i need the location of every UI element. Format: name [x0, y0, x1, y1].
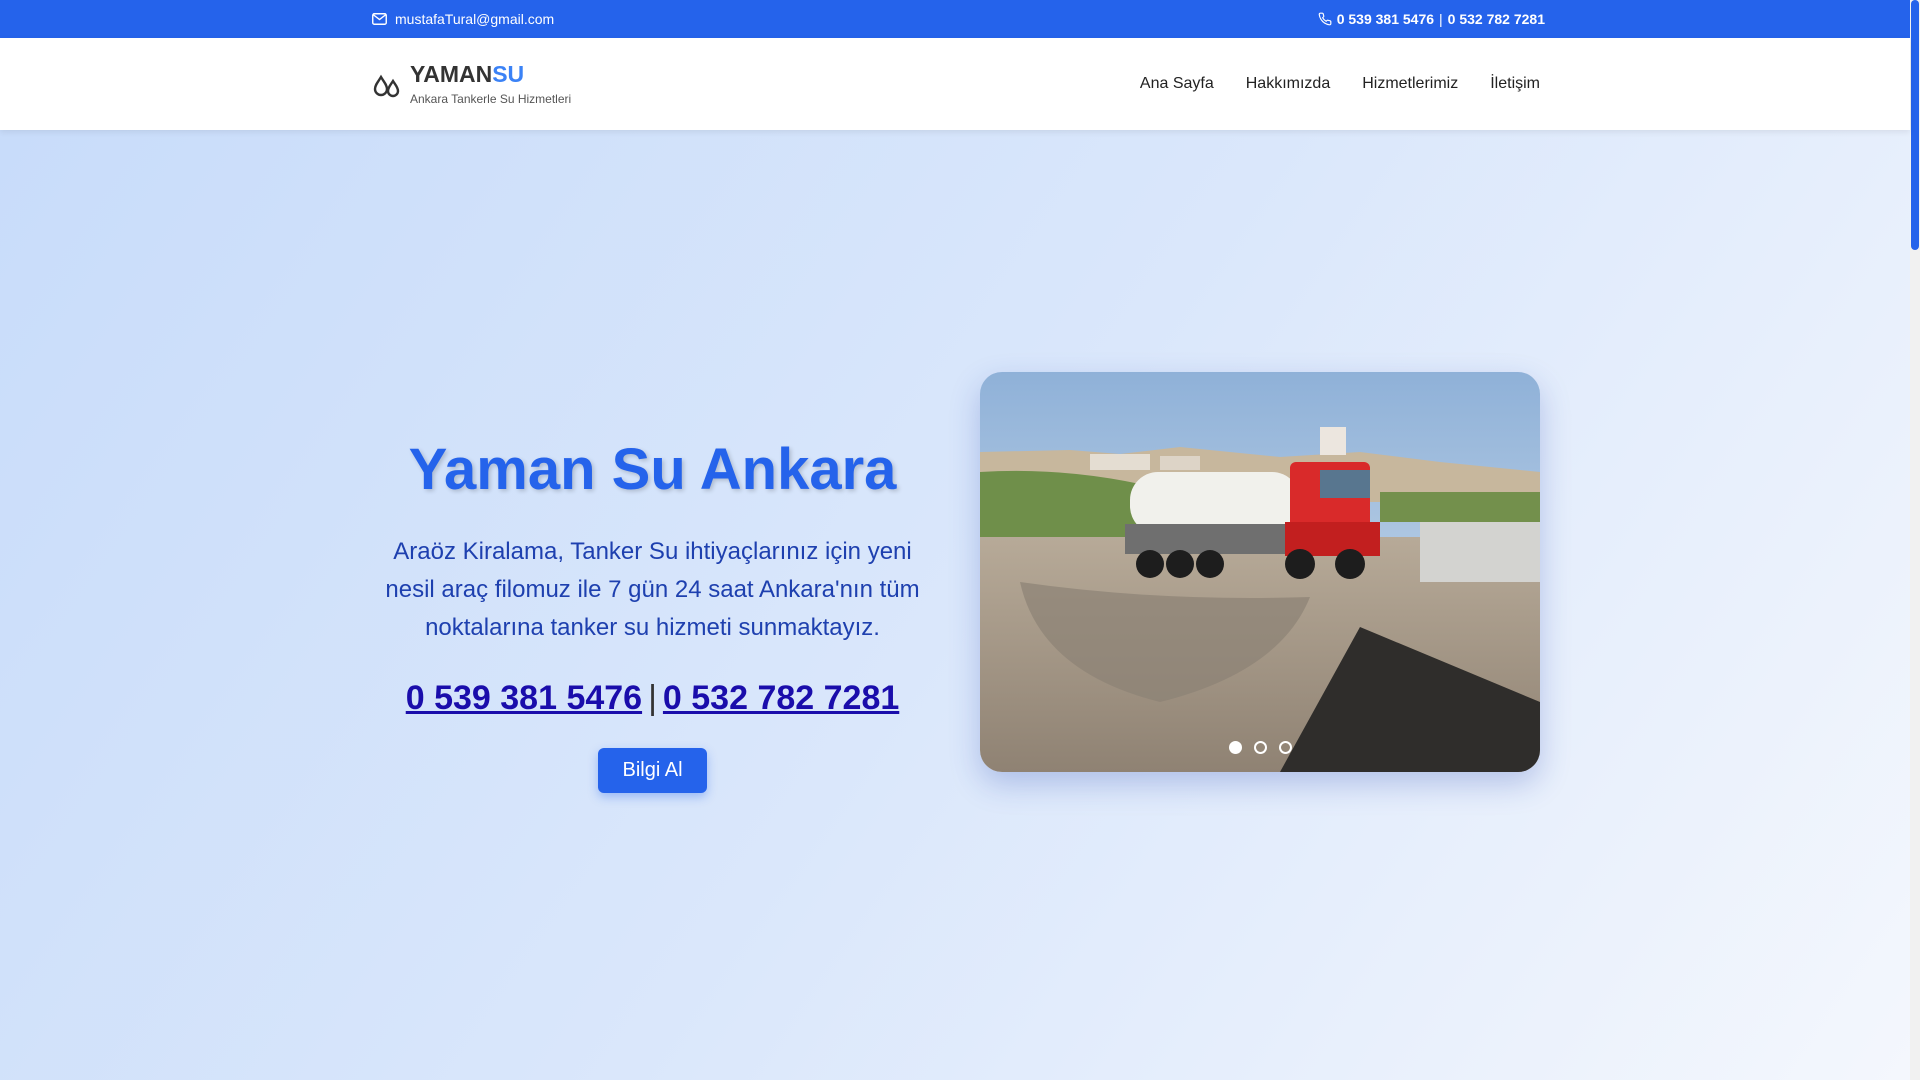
hero-content: Yaman Su Ankara Araöz Kiralama, Tanker S… — [370, 435, 935, 793]
top-contact-bar: mustafaTural@gmail.com 0 539 381 5476 | … — [0, 0, 1910, 38]
hero-title: Yaman Su Ankara — [408, 437, 897, 502]
brand-tagline: Ankara Tankerle Su Hizmetleri — [410, 92, 572, 106]
email-contact[interactable]: mustafaTural@gmail.com — [372, 0, 554, 38]
nav-services[interactable]: Hizmetlerimiz — [1362, 75, 1458, 93]
hero-phone-separator: | — [648, 679, 657, 717]
nav-home[interactable]: Ana Sayfa — [1140, 75, 1214, 93]
main-nav: Ana Sayfa Hakkımızda Hizmetlerimiz İleti… — [1140, 38, 1540, 130]
hero-phone-1[interactable]: 0 539 381 5476 — [406, 679, 642, 717]
slider-dots — [980, 741, 1540, 754]
hero-phones: 0 539 381 5476 | 0 532 782 7281 — [370, 679, 935, 718]
email-text[interactable]: mustafaTural@gmail.com — [395, 11, 554, 27]
top-phones: 0 539 381 5476 | 0 532 782 7281 — [1318, 0, 1545, 38]
hero-section: Yaman Su Ankara Araöz Kiralama, Tanker S… — [0, 130, 1910, 1080]
slider-dot-1[interactable] — [1228, 741, 1242, 754]
nav-contact[interactable]: İletişim — [1490, 75, 1540, 93]
top-phone-2[interactable]: 0 532 782 7281 — [1448, 11, 1545, 27]
water-drops-icon — [373, 74, 400, 98]
top-phone-separator: | — [1439, 11, 1443, 27]
brand-block: YAMANSU Ankara Tankerle Su Hizmetleri — [410, 60, 571, 106]
brand-name: YAMANSU — [410, 60, 571, 88]
image-slider[interactable] — [980, 372, 1540, 772]
slider-image — [980, 372, 1540, 772]
site-header: YAMANSU Ankara Tankerle Su Hizmetleri An… — [0, 38, 1910, 130]
nav-about[interactable]: Hakkımızda — [1246, 75, 1330, 93]
brand-accent: SU — [492, 61, 525, 87]
slider-dot-3[interactable] — [1278, 741, 1292, 754]
info-button[interactable]: Bilgi Al — [598, 748, 707, 793]
scrollbar-thumb[interactable] — [1911, 0, 1919, 250]
top-phone-1[interactable]: 0 539 381 5476 — [1337, 11, 1434, 27]
brand-main: YAMAN — [410, 61, 493, 87]
mail-icon — [372, 13, 387, 25]
page-scrollbar[interactable] — [1910, 0, 1920, 1080]
phone-icon — [1318, 12, 1332, 26]
logo[interactable]: YAMANSU Ankara Tankerle Su Hizmetleri — [372, 60, 571, 106]
slider-dot-2[interactable] — [1253, 741, 1267, 754]
hero-phone-2[interactable]: 0 532 782 7281 — [663, 679, 899, 717]
hero-description: Araöz Kiralama, Tanker Su ihtiyaçlarınız… — [385, 538, 920, 641]
